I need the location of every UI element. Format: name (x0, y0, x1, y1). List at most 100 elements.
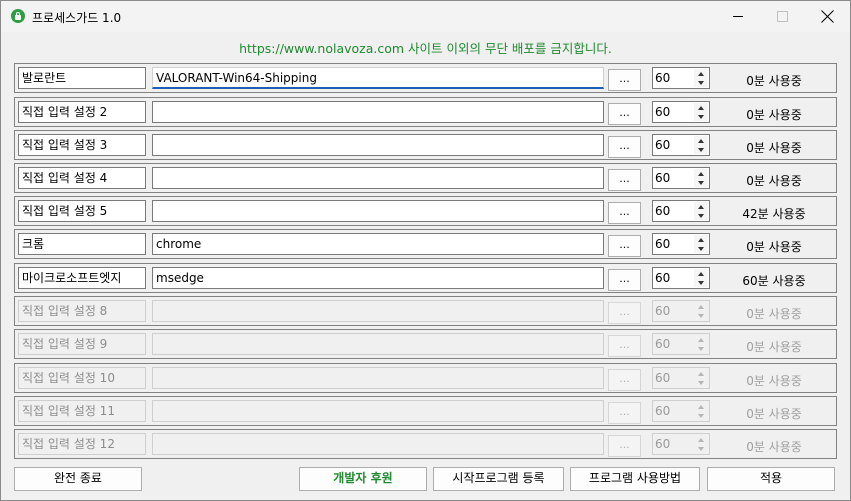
row-usage-text: 0분 사용중 (746, 108, 802, 122)
row-minutes-value: 60 (655, 71, 671, 85)
close-icon (821, 10, 834, 23)
row-process-input[interactable] (152, 134, 604, 156)
row-minutes-spinner[interactable]: 60 (652, 67, 710, 89)
spin-down-button (694, 378, 708, 387)
spin-up-button[interactable] (694, 103, 708, 112)
maximize-icon (776, 11, 788, 22)
row-name-input[interactable]: 직접 입력 설정 5 (18, 200, 146, 222)
process-row: 직접 입력 설정 2... 60 0분 사용중 (14, 97, 837, 127)
spin-down-icon (698, 413, 704, 418)
row-process-input[interactable] (152, 200, 604, 222)
spin-down-button[interactable] (694, 244, 708, 253)
row-minutes-value: 60 (655, 237, 671, 251)
spin-up-button (694, 302, 708, 311)
spin-up-icon (698, 105, 704, 110)
process-row: 직접 입력 설정 10... 60 0분 사용중 (14, 363, 837, 393)
spin-up-button[interactable] (694, 235, 708, 244)
spin-down-icon (698, 147, 704, 152)
spin-up-icon (698, 237, 704, 242)
row-name-input: 직접 입력 설정 12 (18, 433, 146, 455)
row-minutes-value: 60 (655, 171, 671, 185)
row-name-input: 직접 입력 설정 11 (18, 400, 146, 422)
row-minutes-spinner: 60 (652, 367, 710, 389)
row-browse-button[interactable]: ... (608, 269, 641, 291)
minimize-button[interactable] (715, 1, 761, 32)
row-usage-text: 0분 사용중 (746, 174, 802, 188)
spin-down-icon (698, 114, 704, 119)
row-minutes-spinner[interactable]: 60 (652, 101, 710, 123)
row-minutes-value: 60 (655, 204, 671, 218)
spin-up-button[interactable] (694, 69, 708, 78)
row-process-input (152, 400, 604, 422)
row-name-input[interactable]: 크롬 (18, 233, 146, 255)
spin-up-icon (698, 304, 704, 309)
title-bar[interactable]: 프로세스가드 1.0 (1, 1, 850, 32)
process-row: 크롬 chrome... 60 0분 사용중 (14, 229, 837, 259)
row-minutes-spinner: 60 (652, 433, 710, 455)
row-browse-button[interactable]: ... (608, 69, 641, 91)
row-usage-text: 0분 사용중 (746, 374, 802, 388)
spin-down-icon (698, 246, 704, 251)
spin-up-icon (698, 437, 704, 442)
spin-down-button[interactable] (694, 112, 708, 121)
row-browse-button: ... (608, 335, 641, 357)
spin-up-icon (698, 271, 704, 276)
apply-button[interactable]: 적용 (707, 467, 835, 491)
row-browse-button[interactable]: ... (608, 103, 641, 125)
row-minutes-spinner[interactable]: 60 (652, 134, 710, 156)
row-browse-button: ... (608, 369, 641, 391)
row-browse-button: ... (608, 435, 641, 457)
spin-down-button[interactable] (694, 178, 708, 187)
spin-down-button (694, 444, 708, 453)
spin-down-button[interactable] (694, 78, 708, 87)
process-row: 직접 입력 설정 8... 60 0분 사용중 (14, 296, 837, 326)
row-browse-button[interactable]: ... (608, 202, 641, 224)
row-browse-button[interactable]: ... (608, 169, 641, 191)
row-process-input[interactable]: msedge (152, 267, 604, 289)
row-usage-text: 0분 사용중 (746, 407, 802, 421)
close-button[interactable] (804, 1, 850, 32)
row-usage-text: 0분 사용중 (746, 240, 802, 254)
row-name-input[interactable]: 직접 입력 설정 3 (18, 134, 146, 156)
row-name-input[interactable]: 발로란트 (18, 67, 146, 89)
spin-down-button[interactable] (694, 211, 708, 220)
spin-up-button[interactable] (694, 269, 708, 278)
row-process-input (152, 333, 604, 355)
row-minutes-spinner[interactable]: 60 (652, 200, 710, 222)
row-name-input[interactable]: 직접 입력 설정 4 (18, 167, 146, 189)
row-usage-text: 0분 사용중 (746, 141, 802, 155)
row-minutes-value: 60 (655, 437, 671, 451)
row-minutes-spinner[interactable]: 60 (652, 267, 710, 289)
process-row: 직접 입력 설정 12... 60 0분 사용중 (14, 429, 837, 459)
row-browse-button[interactable]: ... (608, 235, 641, 257)
row-name-input[interactable]: 직접 입력 설정 2 (18, 101, 146, 123)
startup-register-button[interactable]: 시작프로그램 등록 (433, 467, 564, 491)
spin-up-button[interactable] (694, 169, 708, 178)
row-usage-text: 0분 사용중 (746, 307, 802, 321)
spin-up-icon (698, 404, 704, 409)
row-minutes-spinner[interactable]: 60 (652, 233, 710, 255)
spin-up-button (694, 335, 708, 344)
row-browse-button[interactable]: ... (608, 136, 641, 158)
howto-button[interactable]: 프로그램 사용방법 (570, 467, 700, 491)
row-browse-button: ... (608, 302, 641, 324)
process-row: 직접 입력 설정 4... 60 0분 사용중 (14, 163, 837, 193)
support-button[interactable]: 개발자 후원 (299, 467, 427, 491)
maximize-button[interactable] (759, 1, 805, 32)
row-process-input[interactable]: chrome (152, 233, 604, 255)
spin-down-button[interactable] (694, 278, 708, 287)
row-process-input[interactable] (152, 167, 604, 189)
spin-up-icon (698, 138, 704, 143)
row-usage-text: 42분 사용중 (742, 207, 806, 221)
row-minutes-value: 60 (655, 304, 671, 318)
row-process-input[interactable] (152, 101, 604, 123)
exit-button[interactable]: 완전 종료 (14, 467, 142, 491)
row-name-input[interactable]: 마이크로소프트엣지 (18, 267, 146, 289)
spin-down-icon (698, 180, 704, 185)
row-process-input[interactable]: VALORANT-Win64-Shipping (152, 67, 604, 89)
spin-up-button[interactable] (694, 136, 708, 145)
row-usage-text: 0분 사용중 (746, 440, 802, 454)
spin-up-button[interactable] (694, 202, 708, 211)
spin-down-button[interactable] (694, 145, 708, 154)
row-minutes-spinner[interactable]: 60 (652, 167, 710, 189)
